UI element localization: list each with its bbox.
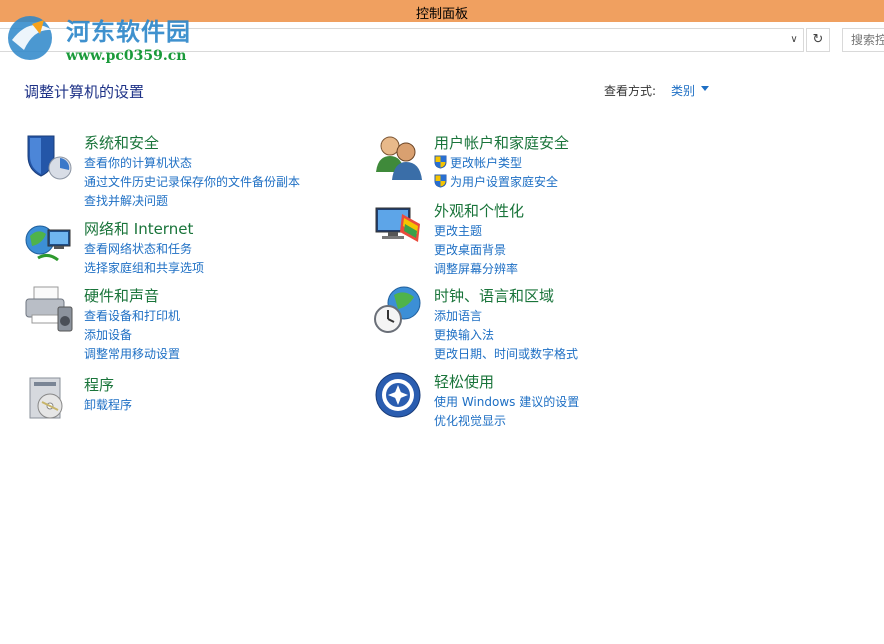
watermark-logo-icon — [4, 10, 62, 62]
link-uninstall-program[interactable]: 卸载程序 — [84, 396, 132, 415]
watermark-name: 河东软件园 — [66, 12, 191, 47]
view-by-dropdown[interactable]: 类别 — [671, 82, 695, 99]
appearance-monitor-icon[interactable] — [374, 200, 424, 250]
link-homegroup-sharing[interactable]: 选择家庭组和共享选项 — [84, 259, 204, 278]
category-title[interactable]: 系统和安全 — [84, 132, 159, 153]
link-screen-resolution[interactable]: 调整屏幕分辨率 — [434, 260, 518, 279]
link-recommended-settings[interactable]: 使用 Windows 建议的设置 — [434, 393, 579, 412]
category-title[interactable]: 轻松使用 — [434, 371, 494, 392]
link-add-language[interactable]: 添加语言 — [434, 307, 578, 326]
link-desktop-background[interactable]: 更改桌面背景 — [434, 241, 518, 260]
page-title: 调整计算机的设置 — [24, 81, 144, 102]
programs-icon[interactable] — [24, 374, 74, 424]
link-view-computer-status[interactable]: 查看你的计算机状态 — [84, 154, 300, 173]
dropdown-arrow-icon[interactable] — [701, 86, 709, 91]
users-icon[interactable] — [374, 132, 424, 182]
clock-globe-icon[interactable] — [374, 285, 424, 335]
watermark: 河东软件园 www.pc0359.cn — [4, 8, 224, 68]
printer-icon[interactable] — [24, 285, 74, 335]
link-optimize-visual-display[interactable]: 优化视觉显示 — [434, 412, 579, 431]
category-title[interactable]: 网络和 Internet — [84, 218, 193, 239]
category-title[interactable]: 时钟、语言和区域 — [434, 285, 554, 306]
link-network-status[interactable]: 查看网络状态和任务 — [84, 240, 204, 259]
link-change-input-method[interactable]: 更换输入法 — [434, 326, 578, 345]
category-title[interactable]: 程序 — [84, 374, 114, 395]
link-label: 为用户设置家庭安全 — [450, 175, 558, 189]
uac-shield-icon — [434, 174, 447, 188]
network-globe-icon[interactable] — [24, 218, 74, 268]
watermark-url: www.pc0359.cn — [66, 48, 186, 64]
shield-icon[interactable] — [24, 132, 74, 182]
link-troubleshoot[interactable]: 查找并解决问题 — [84, 192, 300, 211]
ease-of-access-icon[interactable] — [374, 371, 424, 421]
link-date-time-format[interactable]: 更改日期、时间或数字格式 — [434, 345, 578, 364]
search-input[interactable] — [843, 29, 884, 51]
chevron-down-icon[interactable]: ∨ — [786, 32, 802, 48]
uac-shield-icon — [434, 155, 447, 169]
link-label: 更改帐户类型 — [450, 156, 522, 170]
link-file-history-backup[interactable]: 通过文件历史记录保存你的文件备份副本 — [84, 173, 300, 192]
refresh-icon[interactable]: ↻ — [806, 28, 830, 52]
view-by-label: 查看方式: — [604, 82, 656, 99]
search-box[interactable] — [842, 28, 884, 52]
link-family-safety[interactable]: 为用户设置家庭安全 — [434, 173, 558, 192]
link-change-theme[interactable]: 更改主题 — [434, 222, 518, 241]
link-devices-printers[interactable]: 查看设备和打印机 — [84, 307, 180, 326]
link-add-device[interactable]: 添加设备 — [84, 326, 180, 345]
link-change-account-type[interactable]: 更改帐户类型 — [434, 154, 558, 173]
category-title[interactable]: 外观和个性化 — [434, 200, 524, 221]
link-mobility-settings[interactable]: 调整常用移动设置 — [84, 345, 180, 364]
category-title[interactable]: 硬件和声音 — [84, 285, 159, 306]
category-title[interactable]: 用户帐户和家庭安全 — [434, 132, 569, 153]
